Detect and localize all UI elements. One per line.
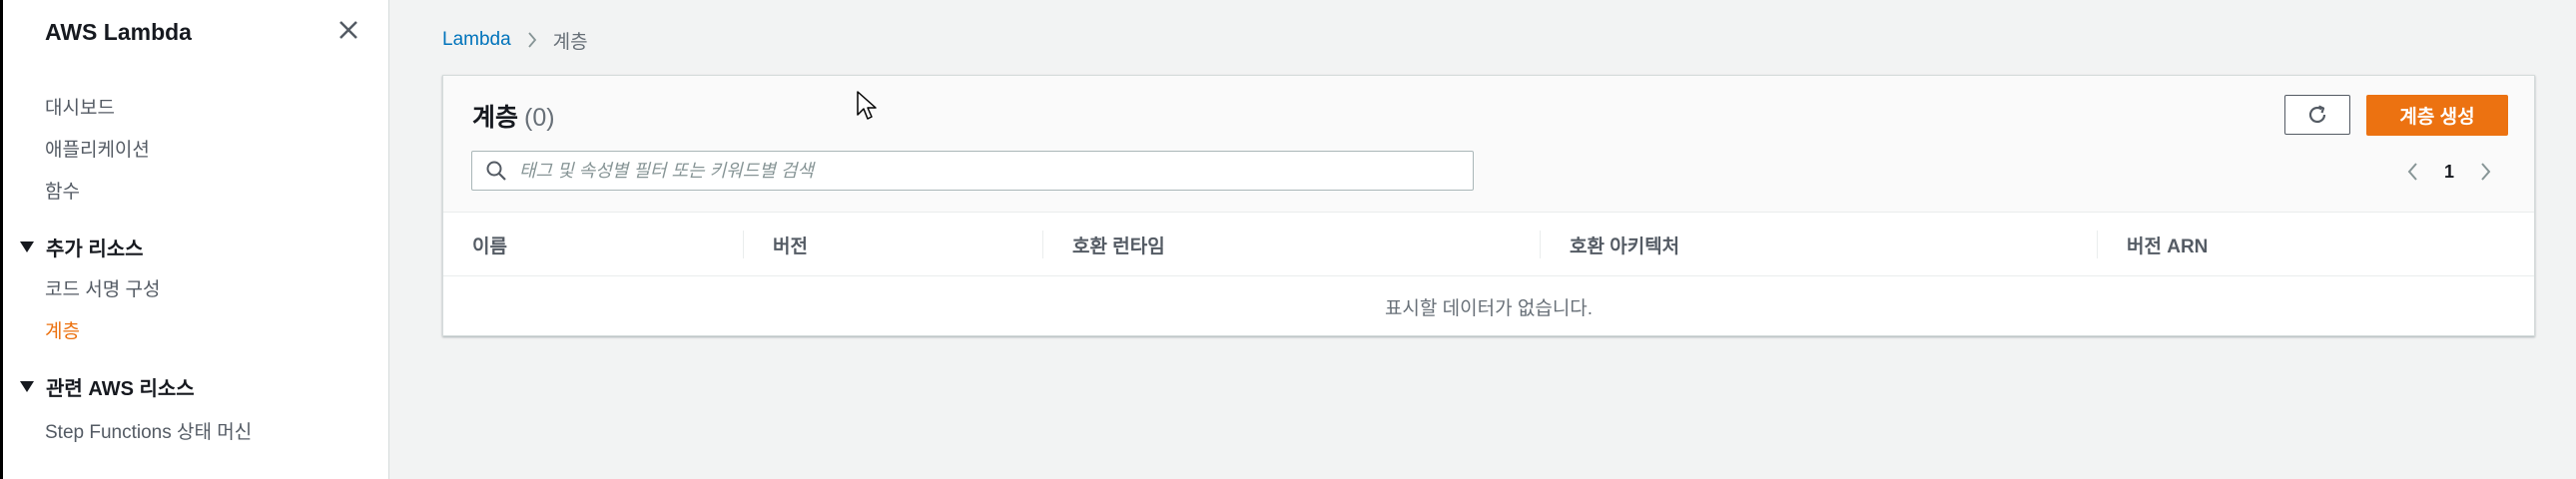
sidebar-header: AWS Lambda [45, 14, 192, 50]
search-input[interactable] [519, 160, 1458, 182]
panel-title: 계층 [472, 104, 519, 132]
sidebar-item-dashboard[interactable]: 대시보드 [45, 93, 115, 120]
empty-state-message: 표시할 데이터가 없습니다. [1384, 297, 1594, 319]
column-header-version-arn[interactable]: 버전 ARN [2127, 213, 2208, 276]
column-divider [2097, 231, 2098, 258]
column-divider [1540, 231, 1541, 258]
column-header-runtimes[interactable]: 호환 런타임 [1072, 213, 1165, 276]
sidebar-section-label: 관련 AWS 리소스 [46, 378, 195, 400]
chevron-right-icon[interactable] [2476, 160, 2494, 184]
column-header-name[interactable]: 이름 [472, 213, 507, 276]
search-field[interactable] [471, 151, 1474, 191]
caret-down-icon [20, 381, 34, 392]
sidebar-section-label: 추가 리소스 [46, 239, 144, 260]
close-icon[interactable] [335, 17, 361, 43]
refresh-icon [2308, 105, 2326, 124]
column-header-version[interactable]: 버전 [773, 213, 808, 276]
column-header-architectures[interactable]: 호환 아키텍처 [1570, 213, 1679, 276]
breadcrumb-current: 계층 [552, 31, 588, 53]
table-header: 이름 버전 호환 런타임 호환 아키텍처 버전 ARN [443, 213, 2534, 276]
pagination: 1 [2404, 158, 2494, 186]
sidebar-item-applications[interactable]: 애플리케이션 [45, 135, 150, 162]
sidebar-section-additional-resources[interactable]: 추가 리소스 [20, 233, 144, 261]
sidebar: AWS Lambda 대시보드 애플리케이션 함수 추가 리소스 코드 서명 구… [0, 0, 389, 479]
breadcrumb: Lambda 계층 [442, 26, 588, 54]
sidebar-section-related-aws-resources[interactable]: 관련 AWS 리소스 [20, 372, 195, 401]
sidebar-title: AWS Lambda [45, 18, 192, 45]
sidebar-item-code-signing[interactable]: 코드 서명 구성 [45, 274, 160, 301]
sidebar-item-step-functions[interactable]: Step Functions 상태 머신 [45, 417, 252, 444]
item-count: (0) [524, 104, 555, 132]
column-divider [743, 231, 744, 258]
search-icon [486, 161, 506, 181]
chevron-left-icon[interactable] [2404, 160, 2422, 184]
sidebar-item-functions[interactable]: 함수 [45, 177, 80, 204]
mouse-pointer-icon [857, 91, 877, 120]
page-title: 계층 (0) [472, 98, 555, 134]
chevron-right-icon [527, 32, 536, 48]
breadcrumb-lambda-link[interactable]: Lambda [442, 29, 511, 51]
panel-header: 계층(0) 계층 생성 1 [443, 76, 2534, 213]
refresh-button[interactable] [2284, 95, 2350, 135]
create-layer-button[interactable]: 계층 생성 [2366, 95, 2508, 136]
page-number[interactable]: 1 [2444, 162, 2454, 183]
caret-down-icon [20, 241, 34, 252]
layers-panel: 계층(0) 계층 생성 1 이름 [442, 75, 2535, 336]
column-divider [1042, 231, 1043, 258]
sidebar-item-layers[interactable]: 계층 [45, 316, 80, 343]
